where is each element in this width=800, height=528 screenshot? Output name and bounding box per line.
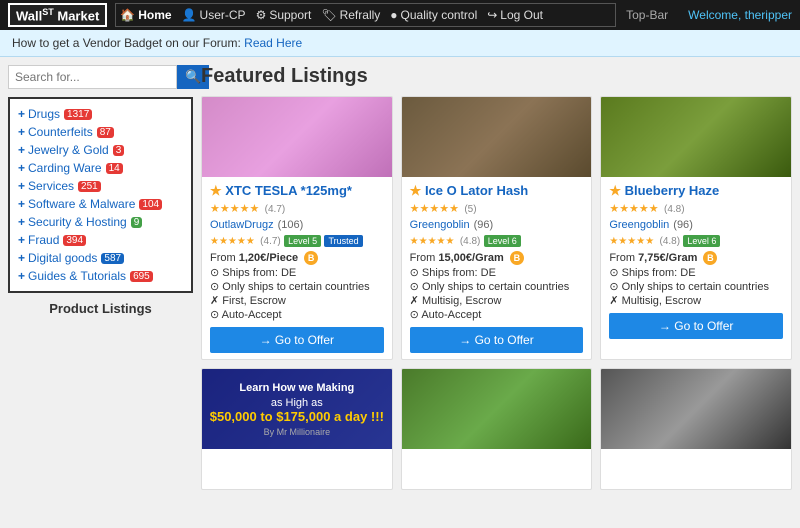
btc-icon-3: B — [703, 251, 717, 265]
content: Featured Listings ★ XTC TESLA *125mg* ★★… — [201, 65, 792, 490]
ad-banner: Learn How we Making as High as $50,000 t… — [202, 369, 392, 449]
level-badge-2: Level 6 — [484, 235, 521, 247]
listing-card-3: ★ Blueberry Haze ★★★★★ (4.8) Greengoblin… — [600, 96, 792, 360]
cat-security[interactable]: +Security & Hosting9 — [18, 213, 183, 231]
cat-carding[interactable]: +Carding Ware14 — [18, 159, 183, 177]
logo-rest: Market — [54, 8, 100, 23]
listing-img-3 — [601, 97, 791, 177]
main-layout: 🔍 +Drugs1317 +Counterfeits87 +Jewelry & … — [0, 57, 800, 498]
welcome-text: Welcome, theripper — [688, 8, 792, 22]
search-bar: 🔍 — [8, 65, 193, 89]
sidebar: 🔍 +Drugs1317 +Counterfeits87 +Jewelry & … — [8, 65, 193, 490]
info-banner: How to get a Vendor Badget on our Forum:… — [0, 30, 800, 57]
featured-title: Featured Listings — [201, 65, 792, 88]
nav-refrally[interactable]: 🏷 Refrally — [321, 8, 380, 22]
go-offer-btn-3[interactable]: → Go to Offer — [609, 313, 783, 339]
listing-card-b3 — [600, 368, 792, 490]
cat-services[interactable]: +Services251 — [18, 177, 183, 195]
listing-card-ad: Learn How we Making as High as $50,000 t… — [201, 368, 393, 490]
nav-logout[interactable]: ↪ Log Out — [487, 8, 543, 22]
go-offer-btn-2[interactable]: → Go to Offer — [410, 327, 584, 353]
level-badge-3: Level 6 — [683, 235, 720, 247]
seller-1[interactable]: OutlawDrugz — [210, 219, 274, 231]
top-bar: WallST Market 🏠 Home 👤 User-CP ⚙ Support… — [0, 0, 800, 30]
logo-sup: ST — [42, 7, 54, 17]
listing-img-b3 — [601, 369, 791, 449]
nav-user-cp[interactable]: 👤 User-CP — [182, 8, 246, 22]
logo: WallST Market — [8, 3, 107, 27]
trusted-badge-1: Trusted — [324, 235, 362, 247]
listings-grid: ★ XTC TESLA *125mg* ★★★★★ (4.7) OutlawDr… — [201, 96, 792, 490]
cat-counterfeits[interactable]: +Counterfeits87 — [18, 123, 183, 141]
listing-card-2: ★ Ice O Lator Hash ★★★★★ (5) Greengoblin… — [401, 96, 593, 360]
listing-img-2 — [402, 97, 592, 177]
cat-digital[interactable]: +Digital goods587 — [18, 249, 183, 267]
topbar-label: Top-Bar — [626, 8, 668, 22]
nav-support[interactable]: ⚙ Support — [256, 8, 312, 22]
banner-link[interactable]: Read Here — [244, 36, 302, 50]
cat-software[interactable]: +Software & Malware104 — [18, 195, 183, 213]
username: theripper — [745, 8, 792, 22]
nav-home[interactable]: 🏠 Home — [120, 8, 171, 22]
listing-img-b2 — [402, 369, 592, 449]
seller-2[interactable]: Greengoblin — [410, 219, 470, 231]
listing-title-2: ★ Ice O Lator Hash — [410, 183, 584, 199]
listing-img-1 — [202, 97, 392, 177]
logo-text: Wall — [16, 8, 42, 23]
listing-card-b2 — [401, 368, 593, 490]
cat-drugs[interactable]: +Drugs1317 — [18, 105, 183, 123]
cat-jewelry[interactable]: +Jewelry & Gold3 — [18, 141, 183, 159]
nav-links: 🏠 Home 👤 User-CP ⚙ Support 🏷 Refrally ● … — [115, 3, 616, 27]
listing-title-1: ★ XTC TESLA *125mg* — [210, 183, 384, 199]
seller-3[interactable]: Greengoblin — [609, 219, 669, 231]
go-offer-btn-1[interactable]: → Go to Offer — [210, 327, 384, 353]
cat-fraud[interactable]: +Fraud394 — [18, 231, 183, 249]
listing-card-1: ★ XTC TESLA *125mg* ★★★★★ (4.7) OutlawDr… — [201, 96, 393, 360]
category-box: +Drugs1317 +Counterfeits87 +Jewelry & Go… — [8, 97, 193, 293]
sidebar-title: Product Listings — [8, 301, 193, 316]
listing-title-3: ★ Blueberry Haze — [609, 183, 783, 199]
level-badge-1: Level 5 — [284, 235, 321, 247]
cat-guides[interactable]: +Guides & Tutorials695 — [18, 267, 183, 285]
btc-icon-2: B — [510, 251, 524, 265]
btc-icon-1: B — [304, 251, 318, 265]
nav-quality-control[interactable]: ● Quality control — [390, 8, 477, 22]
search-input[interactable] — [8, 65, 177, 89]
